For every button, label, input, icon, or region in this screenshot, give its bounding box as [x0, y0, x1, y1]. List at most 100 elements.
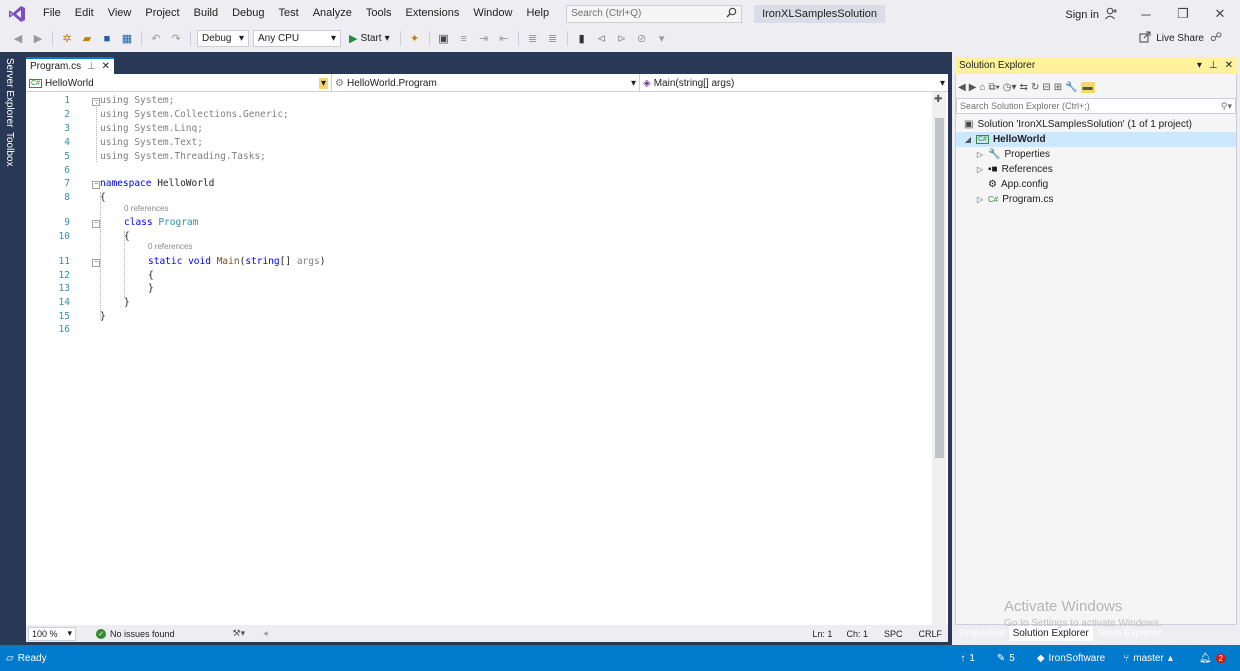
next-bookmark-icon[interactable]: ⊳	[615, 32, 629, 46]
open-folder-icon[interactable]: ▰	[80, 32, 94, 46]
editor-scroll-thumb[interactable]	[935, 118, 944, 458]
collapsed-arrow-icon[interactable]: ▷	[976, 165, 984, 174]
configuration-select[interactable]: Debug ▾	[197, 30, 249, 47]
menu-edit[interactable]: Edit	[68, 0, 101, 27]
repository-indicator[interactable]: ◆ IronSoftware	[1037, 653, 1105, 664]
menu-extensions[interactable]: Extensions	[399, 0, 467, 27]
issues-indicator[interactable]: ✓ No issues found	[96, 628, 175, 639]
hot-reload-icon[interactable]: ✦	[408, 32, 422, 46]
save-all-icon[interactable]: ▦	[120, 32, 134, 46]
branch-indicator[interactable]: ⑂ master ▴	[1123, 653, 1173, 664]
tab-properties[interactable]: Properties	[955, 626, 1009, 641]
indent-icon[interactable]: ⇥	[477, 32, 491, 46]
menu-view[interactable]: View	[101, 0, 139, 27]
split-icon[interactable]: ✚	[934, 94, 942, 105]
hscroll-left-icon[interactable]: ◂	[263, 628, 268, 639]
solution-explorer-search[interactable]: Search Solution Explorer (Ctrl+;) ⚲▾	[956, 98, 1236, 114]
menu-tools[interactable]: Tools	[359, 0, 399, 27]
back-icon[interactable]: ◀	[11, 32, 25, 46]
redo-icon[interactable]: ↷	[169, 32, 183, 46]
notifications-button[interactable]: 🔔︎ 2	[1199, 653, 1226, 664]
pending-changes-icon[interactable]: ◷▾	[1003, 82, 1017, 93]
collapse-toggle[interactable]: −	[92, 181, 100, 189]
tree-item-references[interactable]: ▷ ▪■ References	[976, 162, 1053, 177]
navigation-bar: C# HelloWorld ▾ ⚙ HelloWorld.Program ▾ ◈…	[26, 74, 948, 92]
toolbar-separator	[517, 31, 519, 46]
menu-help[interactable]: Help	[519, 0, 556, 27]
back-icon[interactable]: ◀	[958, 82, 966, 93]
spaces-indicator[interactable]: SPC	[884, 629, 903, 639]
start-button[interactable]: ▶ Start ▾	[349, 32, 390, 45]
tree-item-app-config[interactable]: ⚙ App.config	[976, 177, 1048, 192]
member-dropdown[interactable]: ◈ Main(string[] args) ▾	[640, 74, 948, 92]
outdent-icon[interactable]: ⇤	[497, 32, 511, 46]
type-dropdown[interactable]: ⚙ HelloWorld.Program ▾	[332, 74, 640, 92]
expanded-arrow-icon[interactable]: ◢	[964, 135, 972, 144]
menu-build[interactable]: Build	[187, 0, 225, 27]
menu-file[interactable]: File	[36, 0, 68, 27]
minimize-button[interactable]: ─	[1131, 4, 1161, 24]
collapsed-arrow-icon[interactable]: ▷	[976, 150, 984, 159]
toolbox-tab[interactable]: Toolbox	[4, 132, 15, 166]
forward-icon[interactable]: ▶	[969, 82, 977, 93]
collapsed-arrow-icon[interactable]: ▷	[976, 195, 984, 204]
forward-icon[interactable]: ▶	[31, 32, 45, 46]
codelens-references[interactable]: 0 references	[148, 242, 192, 251]
tab-program-cs[interactable]: Program.cs ⊥ ✕	[26, 57, 114, 74]
panel-menu-icon[interactable]: ▾	[1197, 60, 1202, 71]
show-all-files-icon[interactable]: ⊞	[1054, 82, 1062, 93]
close-panel-icon[interactable]: ✕	[1225, 60, 1233, 71]
menu-test[interactable]: Test	[272, 0, 306, 27]
tree-project[interactable]: ◢ C# HelloWorld	[956, 132, 1236, 147]
tree-solution[interactable]: ▣ Solution 'IronXLSamplesSolution' (1 of…	[964, 117, 1192, 132]
screenshot-icon[interactable]: ▣	[437, 32, 451, 46]
pending-edits-indicator[interactable]: ✎ 5	[997, 653, 1015, 664]
toolbar-overflow-icon[interactable]: ▾	[655, 32, 669, 46]
uncomment-icon[interactable]: ≣	[546, 32, 560, 46]
refresh-icon[interactable]: ↻	[1031, 82, 1039, 93]
preview-icon[interactable]: ▬	[1080, 81, 1095, 93]
column-indicator: Ch: 1	[846, 628, 868, 639]
restore-button[interactable]: ❐	[1168, 4, 1198, 24]
tree-item-program-cs[interactable]: ▷ C# Program.cs	[976, 192, 1053, 207]
cleanup-icon[interactable]: ⚒▾	[233, 628, 246, 639]
server-explorer-tab[interactable]: Server Explorer	[4, 58, 15, 127]
pin-icon[interactable]: ⊥	[1209, 60, 1218, 71]
platform-select[interactable]: Any CPU ▾	[253, 30, 341, 47]
zoom-select[interactable]: 100 % ▾	[28, 626, 76, 641]
close-window-button[interactable]: ✕	[1205, 4, 1235, 24]
codelens-references[interactable]: 0 references	[124, 204, 168, 213]
sync-icon[interactable]: ⇆	[1020, 82, 1028, 93]
align-icon[interactable]: ≡	[457, 32, 471, 46]
properties-wrench-icon[interactable]: 🔧	[1065, 82, 1077, 93]
undo-icon[interactable]: ↶	[149, 32, 163, 46]
clear-bookmarks-icon[interactable]: ⊘	[635, 32, 649, 46]
home-icon[interactable]: ⌂	[979, 82, 985, 93]
collapse-all-icon[interactable]: ⊟	[1042, 82, 1050, 93]
keyword-token: class	[124, 217, 153, 228]
collapse-toggle[interactable]: −	[92, 220, 100, 228]
menu-project[interactable]: Project	[138, 0, 186, 27]
quick-search-input[interactable]: Search (Ctrl+Q)	[566, 4, 743, 23]
save-icon[interactable]: ■	[100, 32, 114, 46]
search-icon: ⚲▾	[1220, 100, 1232, 111]
tree-item-properties[interactable]: ▷ 🔧 Properties	[976, 147, 1050, 162]
collapse-toggle[interactable]: −	[92, 259, 100, 267]
feedback-icon[interactable]: ☍	[1210, 30, 1222, 44]
live-share-button[interactable]: Live Share	[1139, 31, 1204, 46]
close-tab-icon[interactable]: ✕	[102, 61, 110, 72]
menu-debug[interactable]: Debug	[225, 0, 271, 27]
prev-bookmark-icon[interactable]: ⊲	[595, 32, 609, 46]
line-ending-indicator[interactable]: CRLF	[918, 629, 942, 639]
pin-icon[interactable]: ⊥	[87, 61, 96, 72]
bookmark-icon[interactable]: ▮	[575, 32, 589, 46]
code-editor[interactable]: 1 using System; 2 using System.Collections.…	[26, 92, 948, 625]
switch-views-icon[interactable]: ⧉▾	[988, 82, 999, 93]
signin-button[interactable]: Sign in	[1065, 7, 1118, 23]
comment-icon[interactable]: ≣	[526, 32, 540, 46]
menu-analyze[interactable]: Analyze	[306, 0, 359, 27]
new-project-icon[interactable]: ✲	[60, 32, 74, 46]
commits-up-indicator[interactable]: ↑ 1	[960, 653, 975, 664]
project-dropdown[interactable]: C# HelloWorld ▾	[26, 74, 332, 92]
menu-window[interactable]: Window	[466, 0, 519, 27]
